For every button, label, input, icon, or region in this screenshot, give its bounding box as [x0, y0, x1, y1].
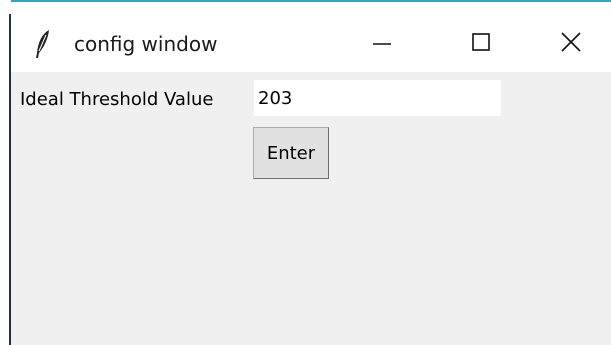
threshold-label: Ideal Threshold Value	[20, 89, 214, 110]
desktop: config window Ideal Threshold Value Ente	[0, 0, 611, 345]
window-title: config window	[74, 32, 218, 56]
threshold-input[interactable]	[254, 80, 501, 116]
maximize-button[interactable]	[451, 16, 511, 68]
enter-button[interactable]: Enter	[253, 127, 329, 179]
feather-icon	[36, 30, 49, 58]
close-button[interactable]	[541, 16, 601, 68]
title-bar[interactable]: config window	[11, 2, 611, 72]
maximize-icon	[472, 33, 490, 51]
minimize-icon	[373, 43, 391, 45]
close-icon	[561, 32, 581, 52]
config-window: config window Ideal Threshold Value Ente	[11, 2, 611, 345]
minimize-button[interactable]	[352, 16, 412, 68]
